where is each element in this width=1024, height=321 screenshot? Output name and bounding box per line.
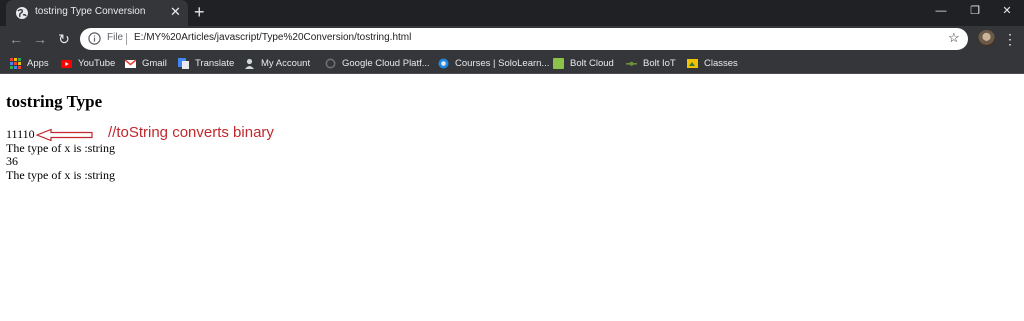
menu-kebab-icon[interactable]: ⋮: [1003, 29, 1017, 49]
scheme-label: File: [107, 32, 124, 43]
annotation-text: //toString converts binary: [108, 124, 274, 141]
bookmark-label: Bolt IoT: [643, 57, 676, 69]
page-content: tostring Type 11110 The type of x is :st…: [0, 75, 1024, 321]
gmail-icon: [125, 58, 136, 68]
output-line: 36: [6, 154, 18, 168]
tab-close-icon[interactable]: ✕: [170, 4, 181, 20]
bookmark-label: Classes: [704, 57, 738, 69]
my-account-icon: [245, 58, 254, 69]
bookmark-google-cloud[interactable]: Google Cloud Platf...: [325, 55, 430, 71]
annotation-arrow-icon: [35, 128, 93, 142]
bookmark-youtube[interactable]: YouTube: [61, 55, 115, 71]
translate-icon: [178, 57, 189, 69]
output-line: The type of x is :string: [6, 168, 115, 182]
close-window-button[interactable]: ✕: [990, 0, 1024, 24]
bookmark-translate[interactable]: Translate: [178, 55, 234, 71]
bookmark-label: Google Cloud Platf...: [342, 57, 430, 69]
output-line: 11110: [6, 127, 35, 141]
bookmark-label: Courses | SoloLearn...: [455, 57, 550, 69]
info-icon[interactable]: [88, 32, 101, 45]
classes-icon: [687, 58, 698, 68]
google-cloud-icon: [325, 58, 336, 68]
browser-toolbar: ← → ↻ File E:/MY%20Articles/javascript/T…: [0, 26, 1024, 52]
bookmark-label: Translate: [195, 57, 235, 69]
bookmark-gmail[interactable]: Gmail: [125, 55, 167, 71]
forward-button[interactable]: →: [31, 30, 49, 48]
bookmark-sololearn[interactable]: Courses | SoloLearn...: [438, 55, 549, 71]
bookmark-label: Gmail: [142, 57, 167, 69]
restore-button[interactable]: ❐: [958, 0, 992, 24]
bookmark-label: Apps: [27, 57, 49, 69]
bolt-cloud-icon: [553, 57, 564, 69]
page-heading: tostring Type: [6, 92, 103, 111]
bookmarks-bar: Apps YouTube Gmail Translate My Account …: [0, 52, 1024, 74]
back-button[interactable]: ←: [7, 30, 25, 48]
address-divider: [126, 33, 127, 45]
address-bar[interactable]: File E:/MY%20Articles/javascript/Type%20…: [80, 28, 968, 50]
url-text[interactable]: E:/MY%20Articles/javascript/Type%20Conve…: [134, 32, 411, 43]
globe-icon: [16, 7, 28, 19]
profile-avatar[interactable]: [978, 30, 995, 47]
bolt-iot-icon: [626, 61, 637, 66]
bookmark-label: My Account: [261, 57, 311, 69]
bookmark-label: Bolt Cloud: [570, 57, 614, 69]
bookmark-star-icon[interactable]: ☆: [948, 30, 960, 46]
bookmark-apps[interactable]: Apps: [10, 55, 49, 71]
minimize-button[interactable]: —: [924, 0, 958, 24]
output-line: The type of x is :string: [6, 141, 115, 155]
youtube-icon: [61, 59, 72, 68]
browser-tab[interactable]: tostring Type Conversion ✕: [6, 0, 188, 26]
tab-strip: tostring Type Conversion ✕ + — ❐ ✕: [0, 0, 1024, 26]
apps-grid-icon: [10, 57, 21, 69]
bookmark-label: YouTube: [78, 57, 116, 69]
tab-title: tostring Type Conversion: [35, 6, 146, 17]
bookmark-classes[interactable]: Classes: [687, 55, 738, 71]
new-tab-button[interactable]: +: [194, 2, 205, 22]
sololearn-icon: [438, 58, 449, 68]
bookmark-bolt-cloud[interactable]: Bolt Cloud: [553, 55, 614, 71]
bookmark-my-account[interactable]: My Account: [244, 55, 310, 71]
bookmark-bolt-iot[interactable]: Bolt IoT: [626, 55, 676, 71]
reload-button[interactable]: ↻: [55, 30, 73, 48]
